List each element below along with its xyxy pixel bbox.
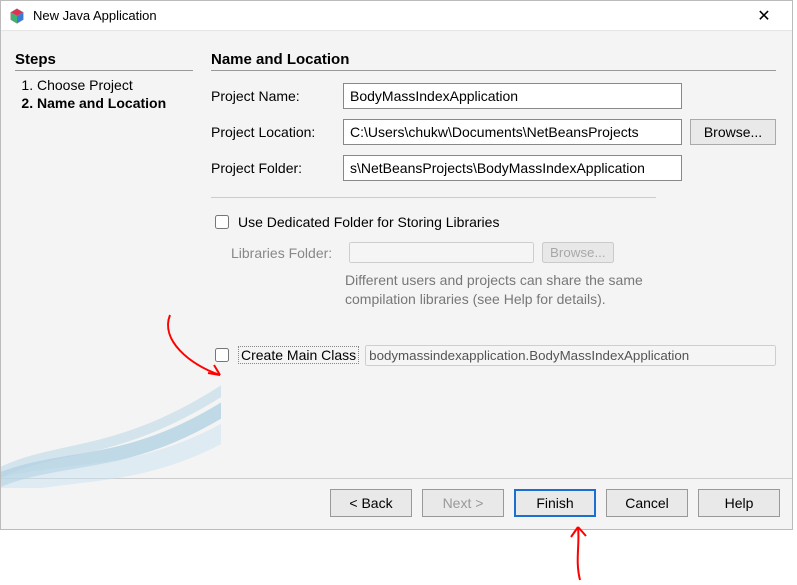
finish-button[interactable]: Finish bbox=[514, 489, 596, 517]
main-class-input bbox=[365, 345, 776, 366]
browse-libraries-button: Browse... bbox=[542, 242, 614, 263]
wizard-body: Steps Choose Project Name and Location N… bbox=[1, 31, 792, 478]
project-location-label: Project Location: bbox=[211, 124, 335, 140]
libraries-folder-label: Libraries Folder: bbox=[231, 245, 341, 261]
annotation-arrow-icon bbox=[550, 525, 610, 585]
project-name-label: Project Name: bbox=[211, 88, 335, 104]
app-icon bbox=[9, 8, 25, 24]
window-title: New Java Application bbox=[33, 8, 744, 23]
wizard-buttons: < Back Next > Finish Cancel Help bbox=[1, 478, 792, 529]
step-item: Name and Location bbox=[37, 95, 193, 111]
project-folder-input[interactable] bbox=[343, 155, 682, 181]
next-button: Next > bbox=[422, 489, 504, 517]
create-main-class-label: Create Main Class bbox=[238, 346, 359, 364]
cancel-button[interactable]: Cancel bbox=[606, 489, 688, 517]
project-name-input[interactable] bbox=[343, 83, 682, 109]
dedicated-folder-label: Use Dedicated Folder for Storing Librari… bbox=[238, 214, 499, 230]
steps-list: Choose Project Name and Location bbox=[15, 77, 193, 111]
divider bbox=[211, 197, 656, 198]
create-main-class-checkbox[interactable] bbox=[215, 348, 229, 362]
panel-heading: Name and Location bbox=[211, 51, 776, 71]
back-button[interactable]: < Back bbox=[330, 489, 412, 517]
steps-sidebar: Steps Choose Project Name and Location bbox=[11, 41, 201, 478]
decorative-swoosh bbox=[1, 368, 221, 488]
libraries-folder-input bbox=[349, 242, 534, 263]
titlebar: New Java Application ✕ bbox=[1, 1, 792, 31]
step-item: Choose Project bbox=[37, 77, 193, 93]
help-button[interactable]: Help bbox=[698, 489, 780, 517]
close-icon[interactable]: ✕ bbox=[744, 2, 784, 30]
wizard-window: New Java Application ✕ Steps Choose Proj… bbox=[0, 0, 793, 530]
steps-heading: Steps bbox=[15, 51, 193, 71]
dedicated-folder-checkbox[interactable] bbox=[215, 215, 229, 229]
browse-location-button[interactable]: Browse... bbox=[690, 119, 776, 145]
project-folder-label: Project Folder: bbox=[211, 160, 335, 176]
libraries-hint: Different users and projects can share t… bbox=[345, 271, 665, 309]
project-location-input[interactable] bbox=[343, 119, 682, 145]
main-panel: Name and Location Project Name: Project … bbox=[201, 41, 782, 478]
